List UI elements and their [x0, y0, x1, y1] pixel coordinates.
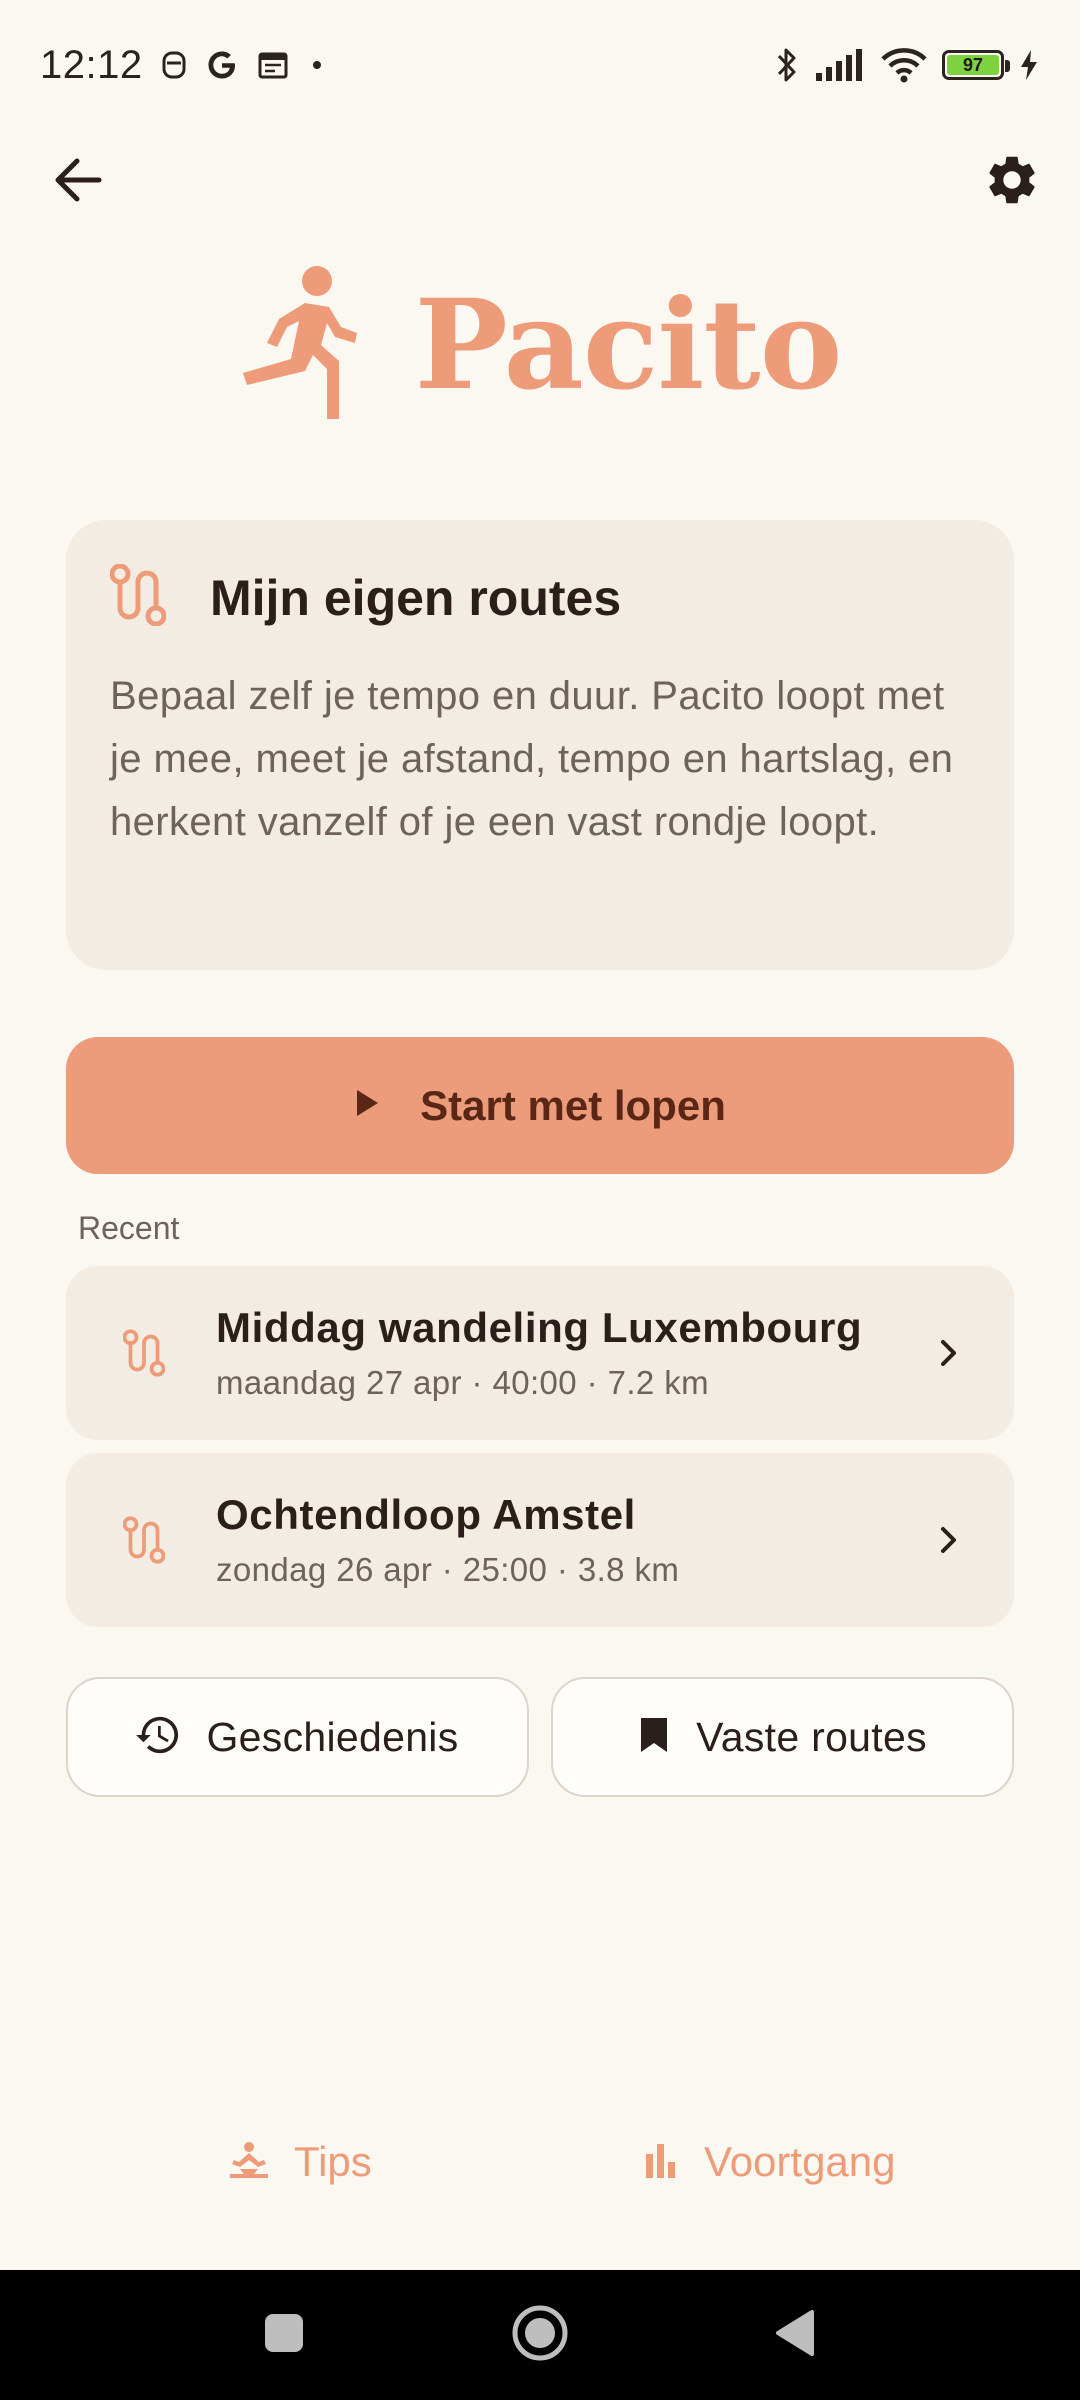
info-card-header: Mijn eigen routes [109, 563, 970, 631]
recent-apps-button[interactable] [252, 2303, 316, 2367]
charging-icon [1018, 48, 1040, 82]
system-navigation-bar [0, 2270, 1080, 2400]
status-time: 12:12 [40, 42, 143, 87]
system-back-button[interactable] [762, 2303, 826, 2367]
recent-item-text: Middag wandeling Luxembourg maandag 27 a… [216, 1304, 924, 1402]
wifi-icon [880, 46, 928, 84]
battery-level: 97 [947, 55, 999, 75]
recent-item-subtitle: zondag 26 apr · 25:00 · 3.8 km [216, 1551, 680, 1588]
notification-icon [161, 49, 187, 81]
status-bar-left: 12:12 [40, 43, 327, 88]
settings-button[interactable] [974, 144, 1050, 220]
recent-item-text: Ochtendloop Amstel zondag 26 apr · 25:00… [216, 1491, 924, 1589]
nav-tips[interactable]: Tips [228, 2138, 372, 2186]
nav-tips-label: Tips [294, 2138, 372, 2185]
start-walking-button[interactable]: Start met lopen [66, 1037, 1014, 1174]
recent-section-label: Recent [78, 1210, 180, 1246]
info-card-body: Bepaal zelf je tempo en duur. Pacito loo… [110, 674, 954, 844]
dot-icon [307, 55, 327, 75]
history-icon [136, 1715, 180, 1760]
top-app-bar [0, 130, 1080, 230]
recent-item[interactable]: Middag wandeling Luxembourg maandag 27 a… [66, 1266, 1014, 1440]
history-label: Geschiedenis [206, 1713, 459, 1760]
calendar-icon [257, 49, 289, 81]
runner-icon [239, 263, 359, 428]
status-bar-right: 97 [774, 45, 1040, 85]
route-icon [114, 1516, 174, 1564]
signal-icon [814, 47, 866, 83]
fixed-routes-button[interactable]: Vaste routes [551, 1677, 1014, 1797]
back-button[interactable] [40, 144, 116, 220]
bar-chart-icon [640, 2140, 680, 2185]
gear-icon [983, 151, 1041, 214]
recent-item-subtitle: maandag 27 apr · 40:00 · 7.2 km [216, 1364, 710, 1401]
bluetooth-icon [774, 45, 800, 85]
triangle-back-icon [772, 2308, 816, 2363]
app-name: Pacito [414, 272, 843, 418]
arrow-left-icon [53, 157, 103, 208]
chevron-right-icon [924, 1525, 974, 1555]
screen: 12:12 97 Pacito Mijn eigen routes Bepaal… [0, 0, 1080, 2400]
home-circle-icon [510, 2303, 570, 2368]
app-logo: Pacito [0, 255, 1080, 435]
fixed-routes-label: Vaste routes [696, 1713, 927, 1760]
play-icon [354, 1088, 380, 1123]
info-card-title: Mijn eigen routes [210, 569, 622, 626]
recent-item[interactable]: Ochtendloop Amstel zondag 26 apr · 25:00… [66, 1453, 1014, 1627]
google-icon [205, 48, 239, 82]
chevron-right-icon [924, 1338, 974, 1368]
route-icon [109, 563, 167, 631]
route-icon [114, 1329, 174, 1377]
nav-progress[interactable]: Voortgang [640, 2138, 896, 2186]
recent-item-title: Middag wandeling Luxembourg [216, 1304, 863, 1351]
start-walking-label: Start met lopen [420, 1081, 726, 1129]
battery-icon: 97 [942, 50, 1010, 80]
history-button[interactable]: Geschiedenis [66, 1677, 529, 1797]
recent-item-title: Ochtendloop Amstel [216, 1491, 636, 1538]
square-icon [262, 2311, 306, 2360]
home-button[interactable] [508, 2303, 572, 2367]
info-card: Mijn eigen routes Bepaal zelf je tempo e… [66, 520, 1014, 970]
meditation-icon [228, 2140, 270, 2185]
bookmark-icon [638, 1715, 670, 1760]
status-bar: 12:12 97 [0, 0, 1080, 130]
bottom-navigation: Tips Voortgang [0, 2110, 1080, 2220]
nav-progress-label: Voortgang [704, 2138, 896, 2185]
